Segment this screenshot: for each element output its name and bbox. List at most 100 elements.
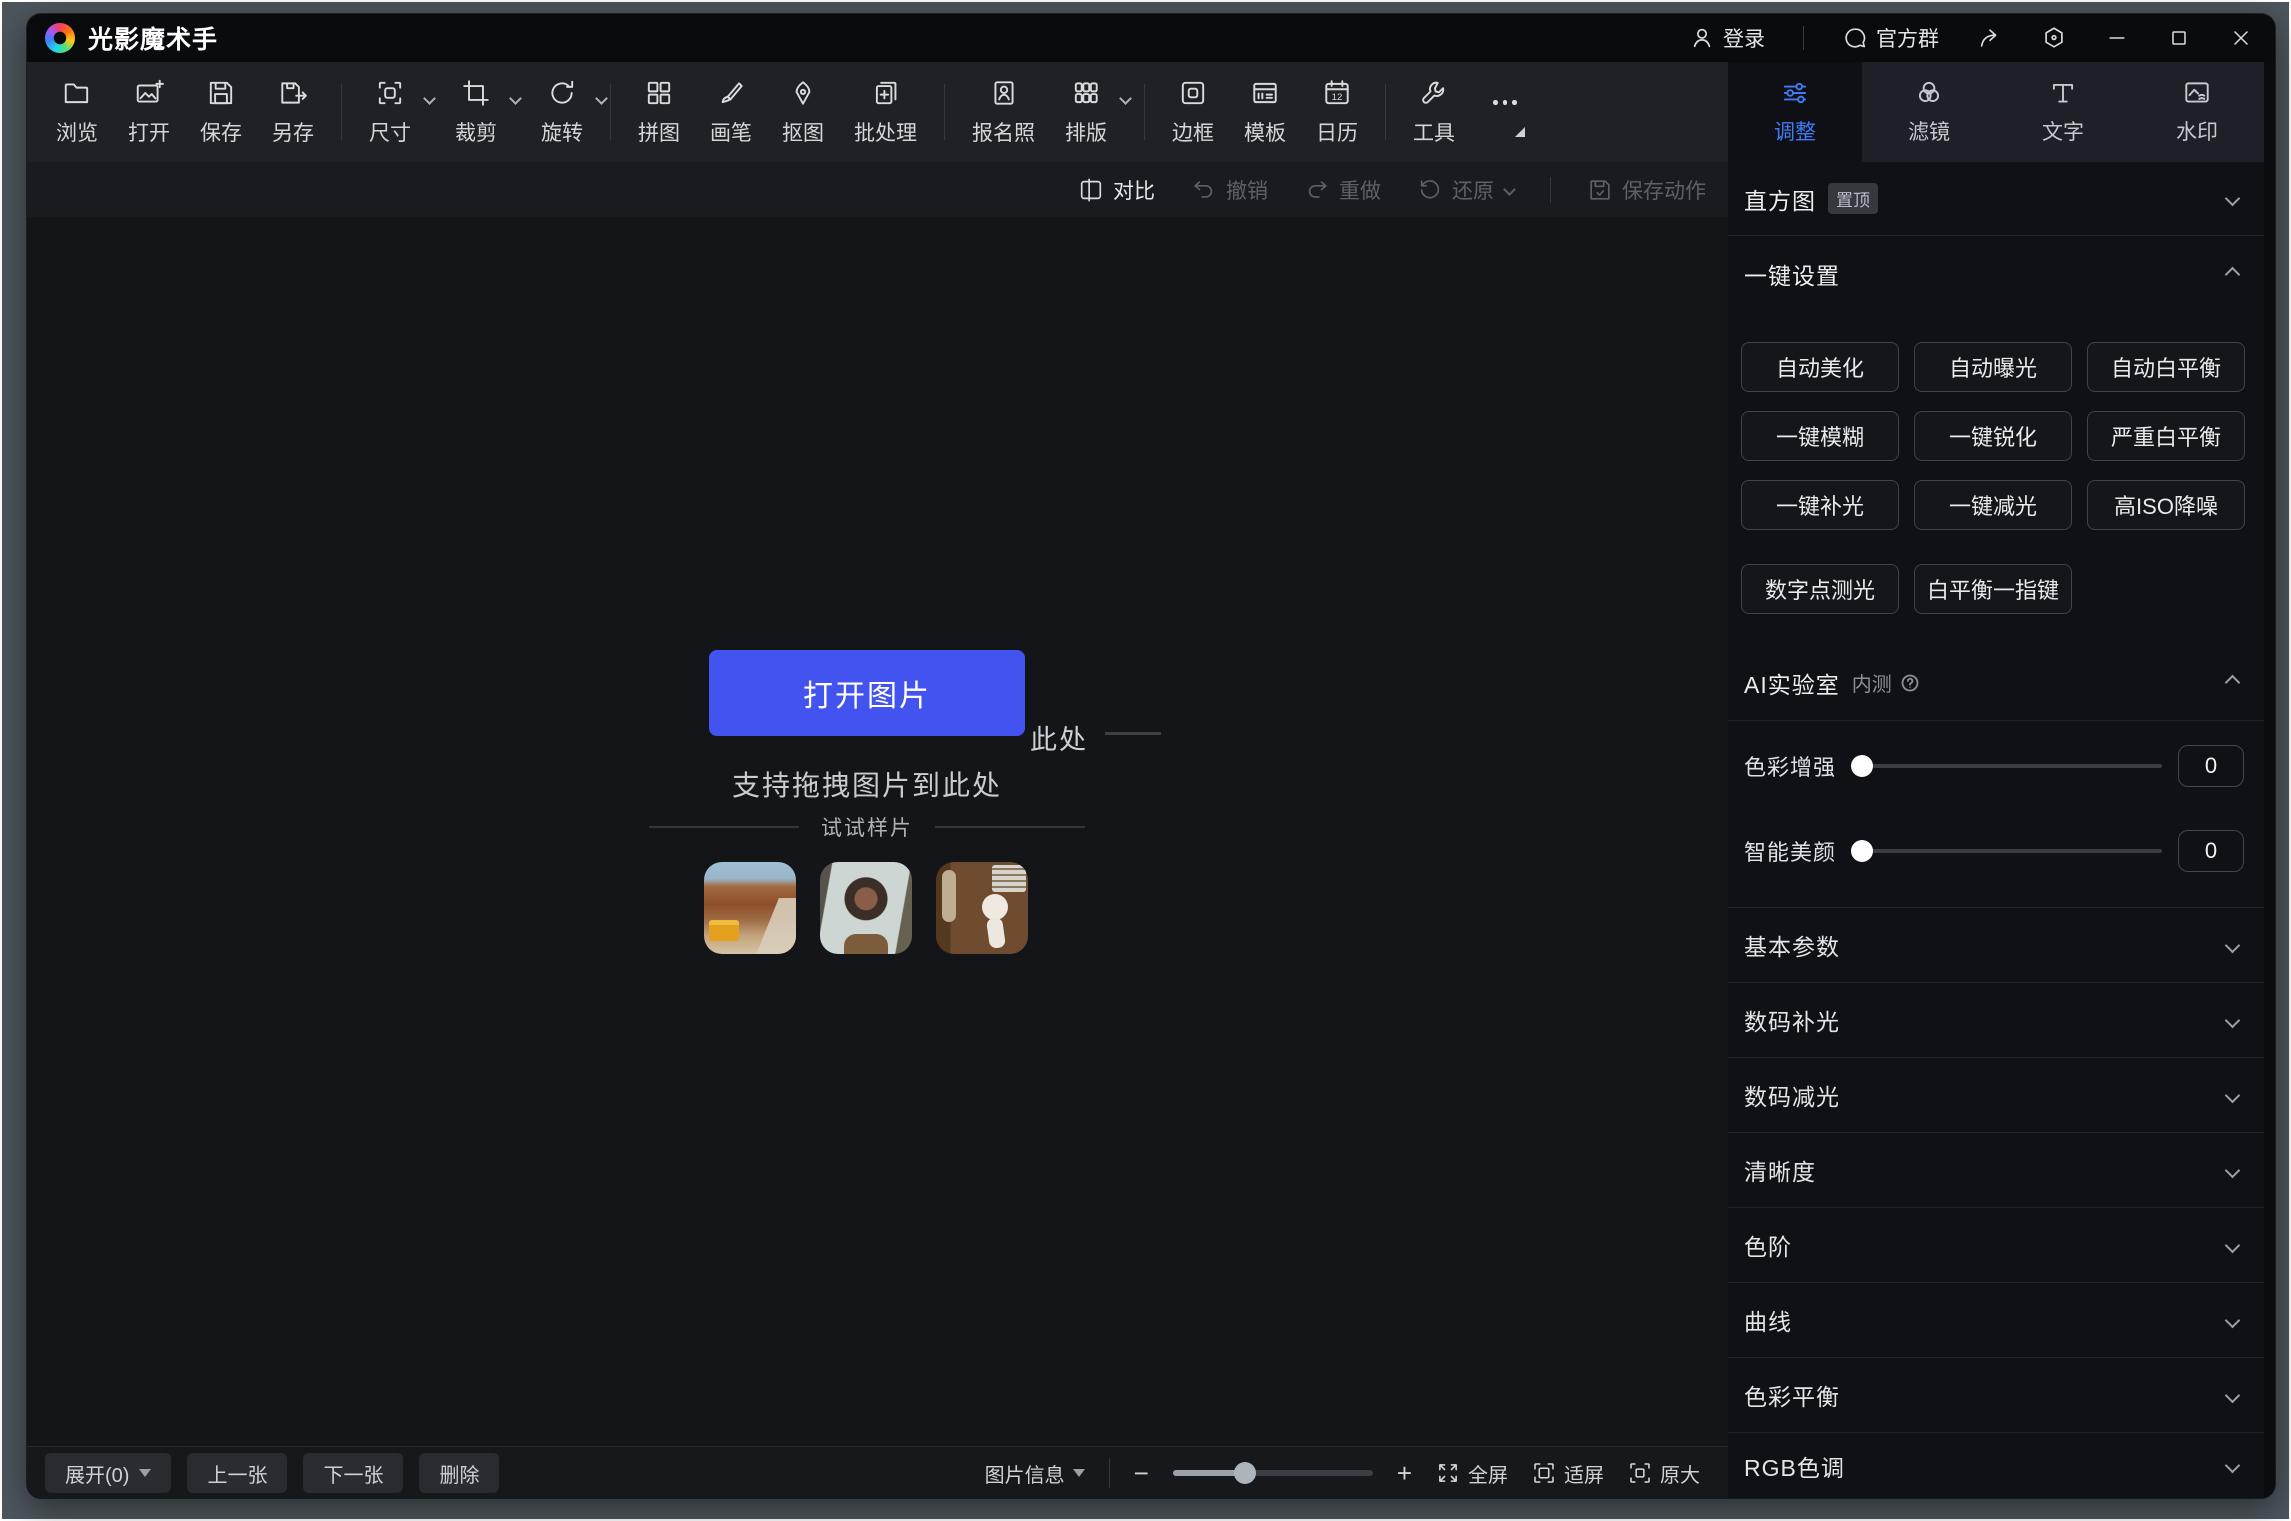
chevron-down-icon[interactable]: [423, 92, 436, 105]
batch-button[interactable]: 批处理: [839, 78, 932, 147]
one-click-dim-light-button[interactable]: 一键减光: [1914, 480, 2072, 530]
zoom-out-button[interactable]: −: [1134, 1460, 1149, 1486]
cutout-button[interactable]: 抠图: [767, 78, 839, 147]
crop-button[interactable]: 裁剪: [440, 78, 512, 147]
previous-image-button[interactable]: 上一张: [187, 1453, 287, 1493]
slider-thumb[interactable]: [1851, 755, 1873, 777]
chevron-down-icon[interactable]: [595, 92, 608, 105]
zoom-slider-thumb[interactable]: [1234, 1462, 1256, 1484]
border-button[interactable]: 边框: [1157, 78, 1229, 147]
sample-photo-desk-flatlay[interactable]: [936, 862, 1028, 954]
section-color-balance[interactable]: 色彩平衡: [1728, 1358, 2264, 1433]
open-button[interactable]: 打开: [113, 78, 185, 147]
samples-divider-row: 试试样片: [27, 812, 1707, 842]
tab-adjust[interactable]: 调整: [1728, 62, 1862, 162]
save-button[interactable]: 保存: [185, 78, 257, 147]
sample-photo-portrait[interactable]: [820, 862, 912, 954]
chevron-up-icon[interactable]: [2225, 266, 2241, 282]
color-enhance-value[interactable]: 0: [2178, 745, 2244, 787]
one-click-sharpen-button[interactable]: 一键锐化: [1914, 411, 2072, 461]
more-tools-button[interactable]: [1470, 88, 1540, 137]
calendar-button[interactable]: 12 日历: [1301, 78, 1373, 147]
calendar-icon: 12: [1322, 78, 1352, 108]
auto-white-balance-button[interactable]: 自动白平衡: [2087, 342, 2245, 392]
save-as-button[interactable]: 另存: [257, 78, 329, 147]
section-rgb-tone[interactable]: RGB色调: [1728, 1433, 2264, 1498]
chevron-down-icon[interactable]: [2225, 1312, 2241, 1328]
actual-size-button[interactable]: 原大: [1628, 1459, 1700, 1488]
ai-lab-section-header[interactable]: AI实验室 内测: [1728, 645, 2264, 721]
layout-button[interactable]: 排版: [1050, 78, 1122, 147]
maximize-button[interactable]: [2167, 26, 2191, 50]
chevron-down-icon[interactable]: [2225, 191, 2241, 207]
restore-button[interactable]: 还原: [1417, 175, 1514, 205]
severe-white-balance-button[interactable]: 严重白平衡: [2087, 411, 2245, 461]
open-image-button[interactable]: 打开图片: [709, 650, 1025, 736]
tab-text[interactable]: 文字: [1996, 62, 2130, 162]
sample-photo-desert-bus[interactable]: [704, 862, 796, 954]
chevron-down-icon[interactable]: [2225, 937, 2241, 953]
share-button[interactable]: [1977, 25, 2003, 51]
color-enhance-slider[interactable]: [1854, 764, 2162, 768]
redo-button[interactable]: 重做: [1304, 175, 1381, 205]
section-basic-params[interactable]: 基本参数: [1728, 908, 2264, 983]
chevron-down-icon[interactable]: [2225, 1458, 2241, 1474]
collage-button[interactable]: 拼图: [623, 78, 695, 147]
fullscreen-button[interactable]: 全屏: [1436, 1459, 1508, 1488]
section-curves[interactable]: 曲线: [1728, 1283, 2264, 1358]
one-click-blur-button[interactable]: 一键模糊: [1741, 411, 1899, 461]
chevron-down-icon[interactable]: [2225, 1087, 2241, 1103]
brush-button[interactable]: 画笔: [695, 78, 767, 147]
slider-thumb[interactable]: [1851, 840, 1873, 862]
compare-button[interactable]: 对比: [1078, 175, 1155, 205]
delete-image-button[interactable]: 删除: [419, 1453, 499, 1493]
chevron-down-icon[interactable]: [1119, 92, 1132, 105]
expand-filmstrip-button[interactable]: 展开(0): [45, 1453, 171, 1493]
browse-button[interactable]: 浏览: [41, 78, 113, 147]
next-image-button[interactable]: 下一张: [303, 1453, 403, 1493]
resize-button[interactable]: 尺寸: [354, 78, 426, 147]
section-levels[interactable]: 色阶: [1728, 1208, 2264, 1283]
zoom-slider[interactable]: [1173, 1470, 1373, 1476]
auto-exposure-button[interactable]: 自动曝光: [1914, 342, 2072, 392]
save-action-button[interactable]: 保存动作: [1587, 175, 1706, 205]
smart-beauty-slider[interactable]: [1854, 849, 2162, 853]
rotate-button[interactable]: 旋转: [526, 78, 598, 147]
chevron-down-icon[interactable]: [1503, 183, 1516, 196]
chevron-down-icon[interactable]: [509, 92, 522, 105]
actual-size-icon: [1628, 1461, 1652, 1485]
smart-beauty-value[interactable]: 0: [2178, 830, 2244, 872]
high-iso-denoise-button[interactable]: 高ISO降噪: [2087, 480, 2245, 530]
id-photo-button[interactable]: 报名照: [957, 78, 1050, 147]
section-digital-fill-light[interactable]: 数码补光: [1728, 983, 2264, 1058]
tab-watermark[interactable]: 水印: [2130, 62, 2264, 162]
template-button[interactable]: 模板: [1229, 78, 1301, 147]
login-button[interactable]: 登录: [1689, 23, 1765, 53]
undo-button[interactable]: 撤销: [1191, 175, 1268, 205]
chevron-up-icon[interactable]: [2225, 675, 2241, 691]
tools-button[interactable]: 工具: [1398, 78, 1470, 147]
close-button[interactable]: [2229, 26, 2253, 50]
white-balance-one-key-button[interactable]: 白平衡一指键: [1914, 564, 2072, 614]
one-click-fill-light-button[interactable]: 一键补光: [1741, 480, 1899, 530]
photo-info-dropdown[interactable]: 图片信息: [985, 1459, 1085, 1488]
settings-button[interactable]: [2041, 25, 2067, 51]
chevron-down-icon[interactable]: [2225, 1162, 2241, 1178]
auto-beautify-button[interactable]: 自动美化: [1741, 342, 1899, 392]
chevron-down-icon[interactable]: [2225, 1237, 2241, 1253]
section-digital-dim-light[interactable]: 数码减光: [1728, 1058, 2264, 1133]
section-clarity[interactable]: 清晰度: [1728, 1133, 2264, 1208]
zoom-in-button[interactable]: +: [1397, 1460, 1412, 1486]
question-circle-icon[interactable]: [1900, 673, 1920, 693]
histogram-section-header[interactable]: 直方图 置顶: [1728, 162, 2264, 236]
minimize-button[interactable]: [2105, 26, 2129, 50]
digital-spot-metering-button[interactable]: 数字点测光: [1741, 564, 1899, 614]
tab-filter[interactable]: 滤镜: [1862, 62, 1996, 162]
one-click-section-header[interactable]: 一键设置: [1728, 236, 2264, 312]
fit-screen-button[interactable]: 适屏: [1532, 1459, 1604, 1488]
official-group-button[interactable]: 官方群: [1842, 23, 1939, 53]
divider-line: [649, 826, 799, 828]
chevron-down-icon[interactable]: [2225, 1387, 2241, 1403]
pinned-badge: 置顶: [1828, 183, 1878, 214]
chevron-down-icon[interactable]: [2225, 1012, 2241, 1028]
